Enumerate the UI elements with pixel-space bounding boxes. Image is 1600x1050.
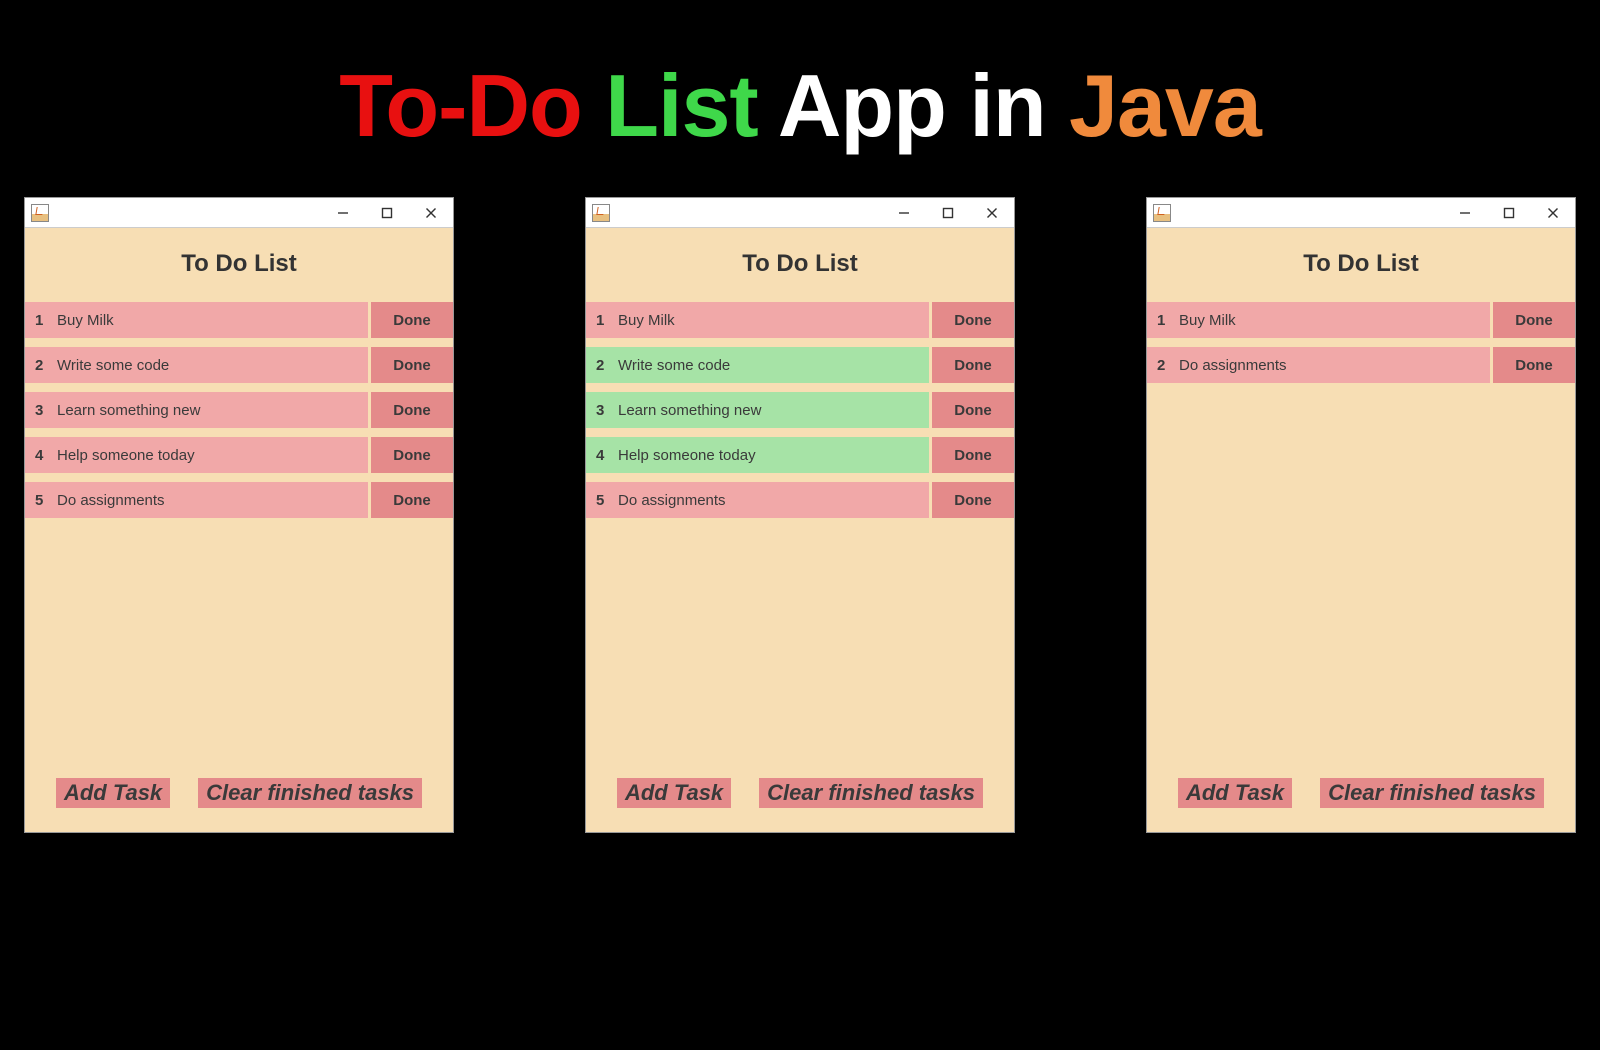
banner-word: Java [1069, 56, 1261, 155]
java-icon [592, 204, 610, 222]
task-item[interactable]: 4 Help someone today [25, 437, 368, 473]
close-button[interactable] [1531, 198, 1575, 228]
maximize-button[interactable] [926, 198, 970, 228]
task-item[interactable]: 3 Learn something new [586, 392, 929, 428]
task-item[interactable]: 3 Learn something new [25, 392, 368, 428]
task-list: 1 Buy Milk Done 2 Write some code Done 3 Learn … [586, 302, 1014, 527]
done-button[interactable]: Done [371, 392, 453, 428]
task-list: 1 Buy Milk Done 2 Write some code Done 3 Learn … [25, 302, 453, 527]
task-item[interactable]: 5 Do assignments [586, 482, 929, 518]
footer-buttons: Add Task Clear finished tasks [25, 758, 453, 832]
task-row: 1 Buy Milk Done [586, 302, 1014, 338]
window-titlebar [586, 198, 1014, 228]
task-text: Write some code [618, 357, 730, 374]
done-button[interactable]: Done [932, 302, 1014, 338]
done-button[interactable]: Done [371, 482, 453, 518]
banner-word: To-Do [339, 56, 582, 155]
task-item[interactable]: 1 Buy Milk [25, 302, 368, 338]
task-number: 2 [596, 357, 610, 374]
footer-buttons: Add Task Clear finished tasks [586, 758, 1014, 832]
task-text: Do assignments [618, 492, 726, 509]
task-row: 2 Do assignments Done [1147, 347, 1575, 383]
app-window-2: To Do List1Buy MilkDone2Do assignmentsDo… [1146, 197, 1576, 833]
task-item[interactable]: 4 Help someone today [586, 437, 929, 473]
banner-word: App in [758, 56, 1069, 155]
task-number: 2 [1157, 357, 1171, 374]
task-row: 1 Buy Milk Done [25, 302, 453, 338]
task-item[interactable]: 1 Buy Milk [1147, 302, 1490, 338]
task-text: Learn something new [618, 402, 761, 419]
task-number: 3 [35, 402, 49, 419]
banner-word: List [605, 56, 757, 155]
task-number: 4 [35, 447, 49, 464]
task-text: Learn something new [57, 402, 200, 419]
task-number: 1 [35, 312, 49, 329]
task-number: 1 [1157, 312, 1171, 329]
done-button[interactable]: Done [932, 437, 1014, 473]
task-number: 1 [596, 312, 610, 329]
done-button[interactable]: Done [932, 392, 1014, 428]
maximize-button[interactable] [1487, 198, 1531, 228]
close-button[interactable] [409, 198, 453, 228]
task-row: 4 Help someone today Done [586, 437, 1014, 473]
task-item[interactable]: 2 Write some code [586, 347, 929, 383]
task-number: 4 [596, 447, 610, 464]
task-text: Do assignments [1179, 357, 1287, 374]
task-text: Buy Milk [1179, 312, 1236, 329]
task-text: Help someone today [57, 447, 195, 464]
task-number: 3 [596, 402, 610, 419]
done-button[interactable]: Done [1493, 302, 1575, 338]
task-list: 1 Buy Milk Done 2 Do assignments Done [1147, 302, 1575, 392]
task-text: Do assignments [57, 492, 165, 509]
add-task-button[interactable]: Add Task [56, 778, 170, 808]
task-text: Help someone today [618, 447, 756, 464]
task-row: 2 Write some code Done [25, 347, 453, 383]
task-number: 5 [596, 492, 610, 509]
page-banner: To-Do List App in Java [0, 0, 1600, 197]
close-button[interactable] [970, 198, 1014, 228]
done-button[interactable]: Done [371, 437, 453, 473]
task-number: 5 [35, 492, 49, 509]
done-button[interactable]: Done [1493, 347, 1575, 383]
app-title: To Do List [1147, 228, 1575, 302]
done-button[interactable]: Done [932, 347, 1014, 383]
add-task-button[interactable]: Add Task [617, 778, 731, 808]
clear-finished-button[interactable]: Clear finished tasks [759, 778, 983, 808]
maximize-button[interactable] [365, 198, 409, 228]
app-window-0: To Do List1Buy MilkDone2Write some codeD… [24, 197, 454, 833]
task-text: Write some code [57, 357, 169, 374]
java-icon [1153, 204, 1171, 222]
task-item[interactable]: 2 Write some code [25, 347, 368, 383]
task-item[interactable]: 2 Do assignments [1147, 347, 1490, 383]
done-button[interactable]: Done [371, 347, 453, 383]
task-row: 2 Write some code Done [586, 347, 1014, 383]
banner-word [582, 56, 605, 155]
task-row: 1 Buy Milk Done [1147, 302, 1575, 338]
task-row: 5 Do assignments Done [586, 482, 1014, 518]
clear-finished-button[interactable]: Clear finished tasks [1320, 778, 1544, 808]
task-row: 3 Learn something new Done [25, 392, 453, 428]
done-button[interactable]: Done [371, 302, 453, 338]
add-task-button[interactable]: Add Task [1178, 778, 1292, 808]
done-button[interactable]: Done [932, 482, 1014, 518]
task-row: 3 Learn something new Done [586, 392, 1014, 428]
minimize-button[interactable] [882, 198, 926, 228]
task-item[interactable]: 1 Buy Milk [586, 302, 929, 338]
app-title: To Do List [25, 228, 453, 302]
footer-buttons: Add Task Clear finished tasks [1147, 758, 1575, 832]
task-row: 5 Do assignments Done [25, 482, 453, 518]
task-text: Buy Milk [618, 312, 675, 329]
minimize-button[interactable] [1443, 198, 1487, 228]
app-title: To Do List [586, 228, 1014, 302]
window-titlebar [25, 198, 453, 228]
window-titlebar [1147, 198, 1575, 228]
minimize-button[interactable] [321, 198, 365, 228]
java-icon [31, 204, 49, 222]
task-row: 4 Help someone today Done [25, 437, 453, 473]
task-number: 2 [35, 357, 49, 374]
task-text: Buy Milk [57, 312, 114, 329]
clear-finished-button[interactable]: Clear finished tasks [198, 778, 422, 808]
app-window-1: To Do List1Buy MilkDone2Write some codeD… [585, 197, 1015, 833]
task-item[interactable]: 5 Do assignments [25, 482, 368, 518]
